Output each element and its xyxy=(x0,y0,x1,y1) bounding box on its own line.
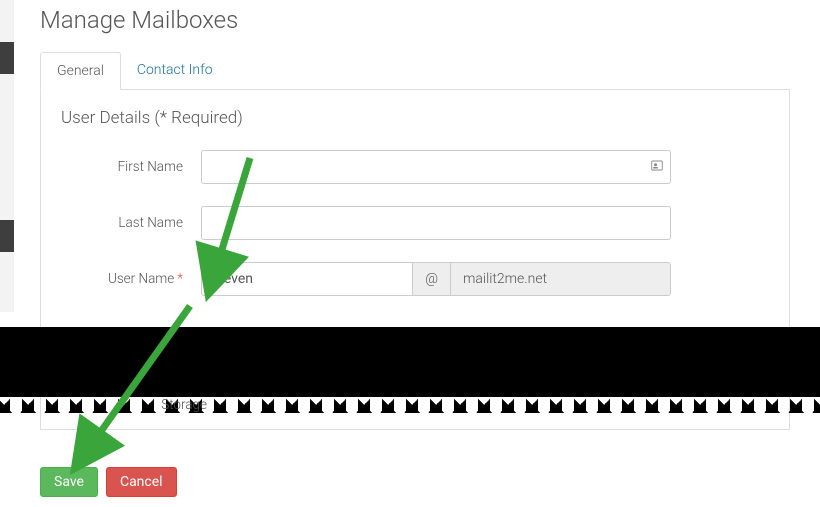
contact-card-icon xyxy=(651,160,663,175)
first-name-input[interactable] xyxy=(201,150,671,184)
last-name-input[interactable] xyxy=(201,206,671,240)
page-title: Manage Mailboxes xyxy=(40,6,790,34)
save-button[interactable]: Save xyxy=(40,467,98,497)
user-name-input[interactable] xyxy=(201,262,413,296)
tab-general[interactable]: General xyxy=(40,52,121,90)
at-symbol: @ xyxy=(413,262,451,296)
sidebar-stub xyxy=(0,42,14,74)
tabs: General Contact Info xyxy=(40,52,790,90)
section-title: User Details (* Required) xyxy=(61,108,769,128)
label-storage: Storage xyxy=(152,397,207,413)
label-last-name: Last Name xyxy=(61,215,201,231)
cancel-button[interactable]: Cancel xyxy=(106,467,177,497)
label-user-name: User Name* xyxy=(61,271,201,287)
redacted-section xyxy=(0,327,820,397)
sidebar-stub xyxy=(0,220,14,252)
label-first-name: First Name xyxy=(61,159,201,175)
domain-display: mailit2me.net xyxy=(451,262,671,296)
tab-contact-info[interactable]: Contact Info xyxy=(121,52,229,89)
